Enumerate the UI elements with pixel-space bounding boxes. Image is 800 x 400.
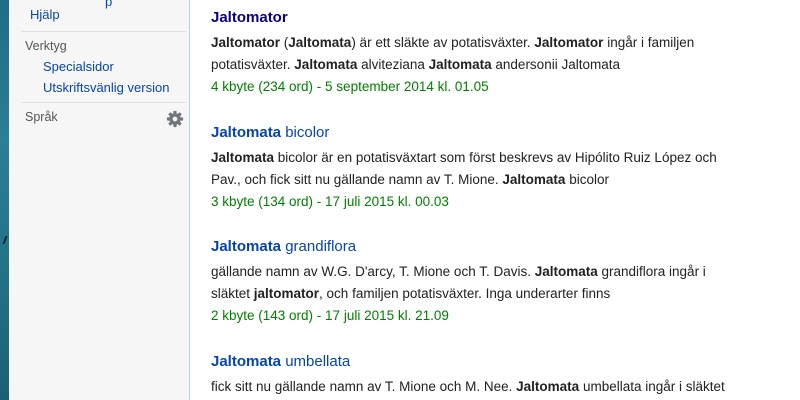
result-title-link[interactable]: Jaltomator: [211, 8, 781, 28]
sidebar-heading-tools: Verktyg: [25, 39, 67, 53]
search-result: Jaltomata grandiflora gällande namn av W…: [211, 237, 781, 327]
result-snippet: Pav., och fick sitt nu gällande namn av …: [211, 172, 609, 187]
result-title-link[interactable]: Jaltomata grandiflora: [211, 237, 781, 257]
sidebar-heading-languages: Språk: [25, 110, 58, 124]
search-result: Jaltomata bicolor Jaltomata bicolor är e…: [211, 123, 781, 213]
search-results: Jaltomator Jaltomator (Jaltomata) är ett…: [189, 0, 800, 400]
sidebar-link-printable-version[interactable]: Utskriftsvänlig version: [43, 80, 169, 95]
search-result: Jaltomator Jaltomator (Jaltomata) är ett…: [211, 8, 781, 98]
result-title-link[interactable]: Jaltomata bicolor: [211, 123, 781, 143]
search-result: Jaltomata umbellata fick sitt nu gälland…: [211, 352, 781, 398]
sidebar: p Hjälp Verktyg Specialsidor Utskriftsvä…: [9, 0, 189, 400]
desktop-cursor-mark: [2, 236, 8, 244]
result-snippet: Jaltomata bicolor är en potatisväxtart s…: [211, 150, 717, 165]
desktop-background-strip: [0, 0, 9, 400]
result-snippet: potatisväxter. Jaltomata alviteziana Jal…: [211, 57, 620, 72]
sidebar-divider: [21, 102, 186, 103]
result-snippet: fick sitt nu gällande namn av T. Mione o…: [211, 379, 725, 394]
result-meta: 3 kbyte (134 ord) - 17 juli 2015 kl. 00.…: [211, 194, 449, 209]
sidebar-link-help[interactable]: Hjälp: [30, 7, 60, 22]
result-snippet: gällande namn av W.G. D'arcy, T. Mione o…: [211, 264, 706, 279]
result-meta: 4 kbyte (234 ord) - 5 september 2014 kl.…: [211, 79, 489, 94]
result-meta: 2 kbyte (143 ord) - 17 juli 2015 kl. 21.…: [211, 308, 449, 323]
result-snippet: Jaltomator (Jaltomata) är ett släkte av …: [211, 35, 695, 50]
sidebar-link-cut[interactable]: p: [105, 0, 112, 9]
sidebar-divider: [21, 31, 186, 32]
gear-icon[interactable]: [166, 110, 184, 128]
result-snippet: släktet jaltomator, och familjen potatis…: [211, 286, 611, 301]
result-title-link[interactable]: Jaltomata umbellata: [211, 352, 781, 372]
sidebar-link-special-pages[interactable]: Specialsidor: [43, 59, 114, 74]
